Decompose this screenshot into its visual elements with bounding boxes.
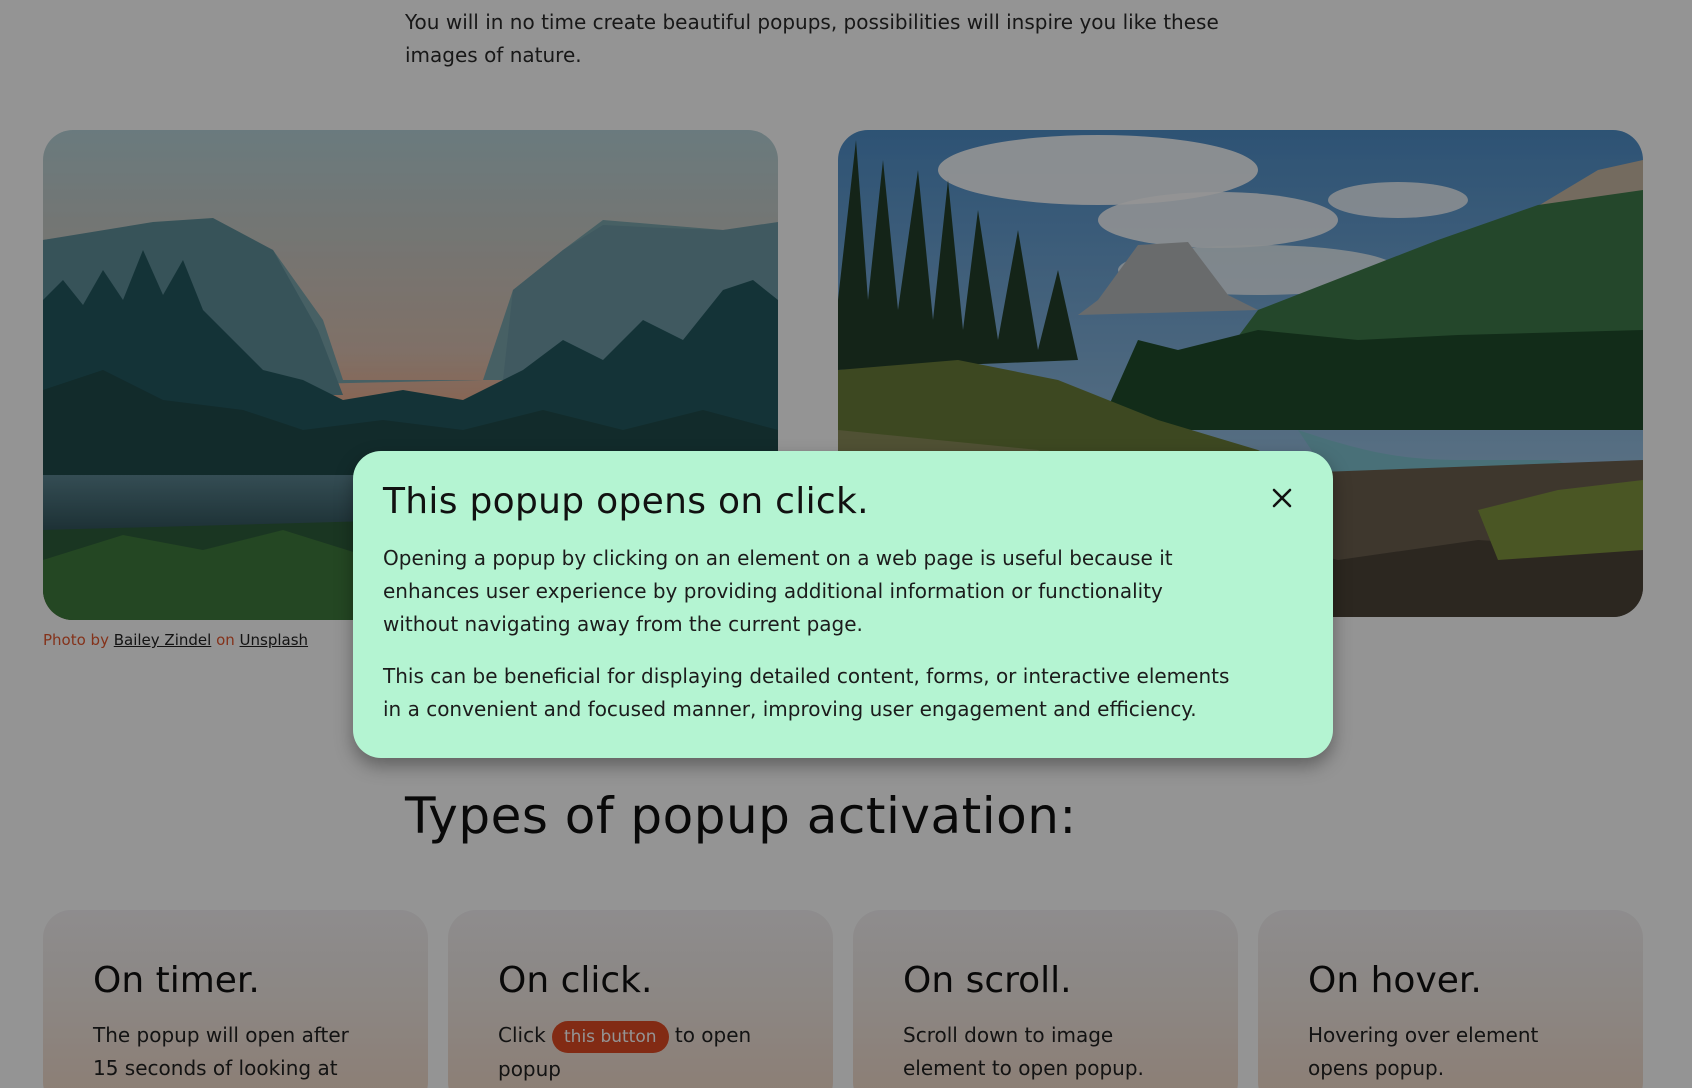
popup-paragraph-1: Opening a popup by clicking on an elemen… bbox=[383, 546, 1173, 636]
popup-title: This popup opens on click. bbox=[383, 481, 869, 522]
popup-dialog: This popup opens on click. Opening a pop… bbox=[353, 451, 1333, 758]
close-button[interactable] bbox=[1267, 483, 1297, 513]
close-icon bbox=[1272, 488, 1292, 508]
popup-paragraph-2: This can be beneficial for displaying de… bbox=[383, 664, 1230, 721]
